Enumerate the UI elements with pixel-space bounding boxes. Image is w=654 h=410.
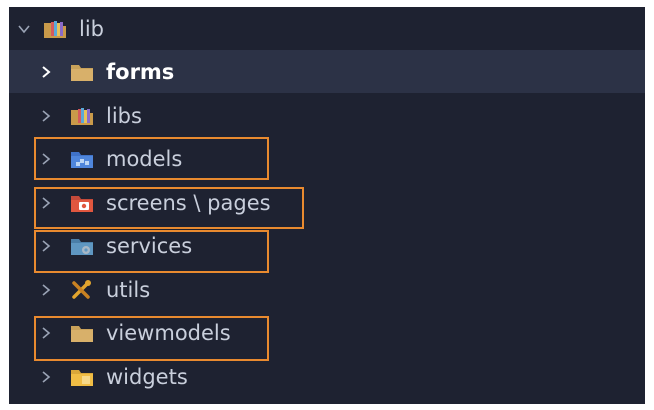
chevron-right-icon[interactable]	[39, 109, 53, 123]
chevron-right-icon[interactable]	[39, 239, 53, 253]
folder-lib-icon	[43, 18, 67, 40]
chevron-right-icon[interactable]	[39, 196, 53, 210]
tree-item-label: lib	[79, 16, 104, 41]
tree-item-label: widgets	[106, 364, 188, 389]
folder-plain-icon	[70, 61, 94, 83]
folder-models-icon	[70, 148, 94, 170]
tree-item-viewmodels[interactable]: viewmodels	[9, 311, 645, 354]
folder-screens-icon	[70, 192, 94, 214]
tree-item-label: utils	[106, 277, 151, 302]
folder-services-icon	[70, 235, 94, 257]
tree-item-label: services	[106, 233, 193, 258]
folder-plain-icon	[70, 322, 94, 344]
chevron-right-icon[interactable]	[39, 152, 53, 166]
tree-item-forms[interactable]: forms	[9, 50, 645, 93]
tree-item-screens-pages[interactable]: screens \ pages	[9, 181, 645, 224]
tree-item-utils[interactable]: utils	[9, 268, 645, 311]
chevron-right-icon[interactable]	[39, 326, 53, 340]
tree-item-widgets[interactable]: widgets	[9, 355, 645, 398]
tree-item-label: models	[106, 146, 183, 171]
tree-item-label: screens \ pages	[106, 190, 271, 215]
file-explorer-tree: lib forms libs models screens \ pages se…	[9, 7, 645, 404]
screenshot-frame: lib forms libs models screens \ pages se…	[0, 0, 654, 410]
tree-item-libs[interactable]: libs	[9, 94, 645, 137]
tree-item-lib[interactable]: lib	[9, 7, 645, 50]
tree-item-label: forms	[106, 59, 175, 84]
folder-widgets-icon	[70, 366, 94, 388]
chevron-down-icon[interactable]	[17, 22, 31, 36]
chevron-right-icon[interactable]	[39, 370, 53, 384]
tree-item-services[interactable]: services	[9, 224, 645, 267]
chevron-right-icon[interactable]	[39, 65, 53, 79]
tree-item-label: viewmodels	[106, 320, 231, 345]
chevron-right-icon[interactable]	[39, 283, 53, 297]
tree-item-label: libs	[106, 103, 142, 128]
utils-tools-icon	[70, 279, 94, 301]
tree-item-models[interactable]: models	[9, 137, 645, 180]
folder-lib-icon	[70, 105, 94, 127]
